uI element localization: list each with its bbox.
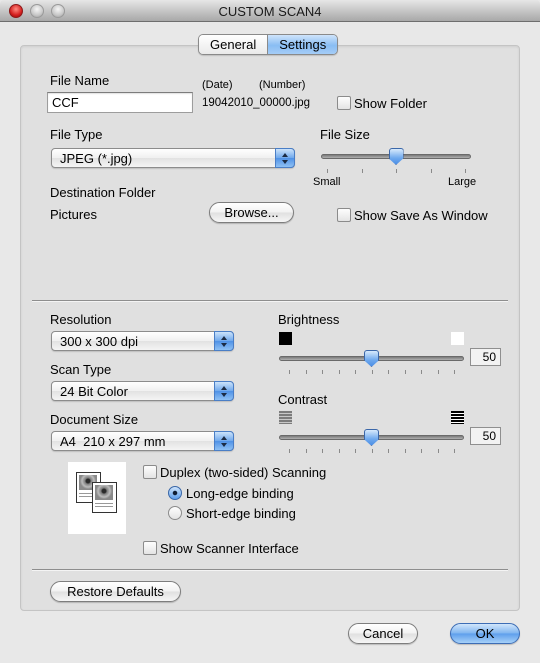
slider-tick [465, 169, 466, 173]
scan-type-select[interactable]: 24 Bit Color [51, 381, 234, 401]
show-scanner-interface-label[interactable]: Show Scanner Interface [160, 541, 299, 556]
file-type-select[interactable]: JPEG (*.jpg) [51, 148, 295, 168]
number-label: (Number) [259, 79, 306, 91]
document-size-select[interactable]: A4 210 x 297 mm [51, 431, 234, 451]
up-down-arrows-icon [214, 331, 234, 351]
destination-folder-value: Pictures [50, 207, 97, 222]
contrast-label: Contrast [278, 392, 328, 407]
file-type-label: File Type [50, 127, 103, 142]
slider-tick [338, 449, 340, 453]
up-down-arrows-icon [214, 431, 234, 451]
long-edge-label[interactable]: Long-edge binding [186, 486, 294, 501]
contrast-value-field[interactable]: 50 [470, 427, 501, 445]
file-size-slider[interactable] [321, 148, 471, 168]
title-bar: CUSTOM SCAN4 [0, 0, 540, 22]
contrast-ticks [289, 449, 455, 454]
file-name-label: File Name [50, 73, 110, 88]
tab-bar: General Settings [198, 34, 339, 55]
destination-folder-label: Destination Folder [50, 185, 156, 200]
slider-tick [355, 370, 356, 374]
dark-swatch-icon [279, 332, 292, 345]
browse-button[interactable]: Browse... [209, 202, 294, 223]
resolution-select[interactable]: 300 x 300 dpi [51, 331, 234, 351]
short-edge-label[interactable]: Short-edge binding [186, 506, 296, 521]
back-page-icon [92, 482, 117, 513]
slider-tick [388, 449, 389, 453]
high-contrast-icon [451, 411, 464, 424]
up-down-arrows-icon [275, 148, 295, 168]
long-edge-radio[interactable] [168, 486, 182, 500]
slider-tick [305, 370, 307, 374]
slider-tick [322, 449, 323, 453]
contrast-slider[interactable] [279, 429, 464, 449]
slider-tick [338, 370, 340, 374]
document-size-label: Document Size [50, 412, 139, 427]
slider-tick [421, 449, 422, 453]
slider-tick [289, 370, 290, 374]
brightness-label: Brightness [278, 312, 340, 327]
slider-tick [454, 370, 455, 374]
slider-tick [404, 370, 406, 374]
up-down-arrows-icon [214, 381, 234, 401]
restore-defaults-button[interactable]: Restore Defaults [50, 581, 181, 602]
show-save-as-checkbox[interactable] [337, 208, 351, 222]
slider-tick [361, 169, 363, 173]
scan-type-value: 24 Bit Color [60, 384, 128, 399]
slider-tick [404, 449, 406, 453]
brightness-thumb[interactable] [364, 350, 379, 367]
slider-tick [371, 449, 373, 453]
slider-tick [454, 449, 455, 453]
slider-tick [437, 449, 439, 453]
file-size-ticks [327, 169, 466, 174]
slider-tick [322, 370, 323, 374]
date-label: (Date) [202, 79, 233, 91]
show-folder-label[interactable]: Show Folder [354, 96, 427, 111]
show-folder-checkbox[interactable] [337, 96, 351, 110]
file-size-thumb[interactable] [388, 148, 404, 165]
bottom-divider [32, 569, 508, 570]
file-size-label: File Size [320, 127, 370, 142]
duplex-checkbox[interactable] [143, 465, 157, 479]
brightness-ticks [289, 370, 455, 375]
file-size-max-label: Large [448, 176, 477, 188]
file-type-value: JPEG (*.jpg) [60, 151, 133, 166]
brightness-slider[interactable] [279, 350, 464, 370]
show-save-as-label[interactable]: Show Save As Window [354, 208, 488, 223]
contrast-thumb[interactable] [364, 429, 379, 446]
resolution-label: Resolution [50, 312, 112, 327]
file-size-min-label: Small [313, 176, 341, 188]
filename-suffix: 19042010_00000.jpg [202, 97, 311, 109]
file-name-input[interactable]: CCF [47, 92, 193, 113]
short-edge-radio[interactable] [168, 506, 182, 520]
brightness-value-field[interactable]: 50 [470, 348, 501, 366]
slider-tick [327, 169, 328, 173]
scan-type-label: Scan Type [50, 362, 112, 377]
window-title: CUSTOM SCAN4 [218, 4, 322, 19]
slider-tick [421, 370, 422, 374]
slider-tick [371, 370, 373, 374]
show-scanner-interface-checkbox[interactable] [143, 541, 157, 555]
slider-tick [396, 169, 397, 173]
duplex-label[interactable]: Duplex (two-sided) Scanning [160, 465, 326, 480]
low-contrast-icon [279, 411, 292, 424]
tab-general[interactable]: General [199, 35, 268, 54]
document-size-value: A4 210 x 297 mm [60, 434, 166, 449]
ok-button[interactable]: OK [450, 623, 520, 644]
resolution-value: 300 x 300 dpi [60, 334, 139, 349]
duplex-document-icon [68, 462, 126, 534]
slider-tick [355, 449, 356, 453]
slider-tick [430, 169, 432, 173]
slider-tick [437, 370, 439, 374]
section-divider [32, 300, 508, 301]
slider-tick [388, 370, 389, 374]
slider-tick [305, 449, 307, 453]
slider-tick [289, 449, 290, 453]
tab-settings[interactable]: Settings [267, 35, 338, 54]
cancel-button[interactable]: Cancel [348, 623, 418, 644]
light-swatch-icon [451, 332, 464, 345]
